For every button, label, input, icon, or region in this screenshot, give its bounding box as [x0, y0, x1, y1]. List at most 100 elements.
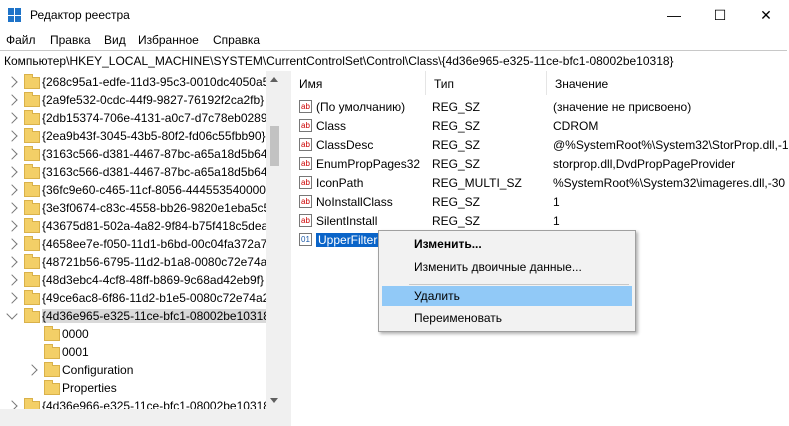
value-row[interactable]: ab IconPath REG_MULTI_SZ %SystemRoot%\Syste… [291, 173, 789, 192]
tree-node[interactable]: {3163c566-d381-4467-87bc-a65a18d5b649} [0, 163, 278, 181]
tree-node[interactable]: {2a9fe532-0cdc-44f9-9827-76192f2ca2fb} [0, 91, 266, 109]
chevron-right-icon[interactable] [6, 202, 18, 214]
chevron-right-icon[interactable] [6, 292, 18, 304]
tree-node[interactable]: {48d3ebc4-4cf8-48ff-b869-9c68ad42eb9f} [0, 271, 266, 289]
tree-node[interactable]: {268c95a1-edfe-11d3-95c3-0010dc4050a5} [0, 73, 273, 91]
value-data: @%SystemRoot%\System32\StorProp.dll,-17 [553, 138, 789, 152]
folder-icon [44, 380, 60, 395]
column-type-label: Тип [434, 77, 455, 91]
column-header-name[interactable]: Имя [291, 71, 426, 95]
value-row[interactable]: ab SilentInstall REG_SZ 1 [291, 211, 789, 230]
menu-file[interactable]: Файл [6, 33, 36, 47]
tree-node-label: {43675d81-502a-4a82-9f84-b75f418c5dea} [42, 219, 273, 233]
column-name-label: Имя [299, 77, 323, 91]
value-row[interactable]: ab (По умолчанию) REG_SZ (значение не присв… [291, 97, 789, 116]
tree-node-label: {2db15374-706e-4131-a0c7-d7c78eb0289a} [42, 111, 279, 125]
folder-icon [24, 182, 40, 197]
column-header-type[interactable]: Тип [426, 71, 547, 95]
pane-splitter[interactable] [283, 71, 291, 426]
value-name: ClassDesc [316, 138, 374, 152]
menu-view[interactable]: Вид [104, 33, 126, 47]
menu-separator [409, 284, 629, 285]
chevron-right-icon[interactable] [6, 76, 18, 88]
chevron-right-icon[interactable] [6, 94, 18, 106]
value-row[interactable]: ab NoInstallClass REG_SZ 1 [291, 192, 789, 211]
folder-icon [24, 398, 40, 409]
title-bar: Редактор реестра — ☐ ✕ [0, 0, 789, 30]
value-data: 1 [553, 214, 560, 228]
folder-icon [24, 272, 40, 287]
menu-edit[interactable]: Правка [50, 33, 91, 47]
context-menu: Изменить... Изменить двоичные данные... … [378, 230, 636, 332]
folder-icon [24, 290, 40, 305]
menu-favorites[interactable]: Избранное [138, 33, 199, 47]
tree-node-label: 0001 [62, 345, 89, 359]
tree-node[interactable]: {49ce6ac8-6f86-11d2-b1e5-0080c72e74a2} [0, 289, 273, 307]
address-path[interactable]: Компьютер\HKEY_LOCAL_MACHINE\SYSTEM\Curr… [4, 54, 674, 68]
tree-horizontal-scrollbar[interactable] [0, 409, 283, 426]
chevron-right-icon[interactable] [26, 364, 38, 376]
value-name: SilentInstall [316, 214, 378, 228]
chevron-right-icon[interactable] [6, 400, 18, 409]
tree-vertical-scrollbar[interactable] [266, 71, 283, 409]
tree-node[interactable]: {43675d81-502a-4a82-9f84-b75f418c5dea} [0, 217, 272, 235]
chevron-right-icon[interactable] [6, 148, 18, 160]
string-value-icon: ab [299, 157, 312, 170]
maximize-button[interactable]: ☐ [697, 0, 743, 30]
value-row[interactable]: ab Class REG_SZ CDROM [291, 116, 789, 135]
value-row[interactable]: ab EnumPropPages32 REG_SZ storprop.dll,DvdP… [291, 154, 789, 173]
folder-icon [24, 110, 40, 125]
menu-item-modify[interactable]: Изменить... [379, 234, 635, 254]
folder-icon [44, 326, 60, 341]
close-button[interactable]: ✕ [743, 0, 789, 30]
chevron-right-icon[interactable] [6, 112, 18, 124]
scroll-down-icon[interactable] [270, 398, 278, 403]
value-name: Class [316, 119, 347, 133]
tree-node[interactable]: 0001 [0, 343, 266, 361]
menu-help[interactable]: Справка [213, 33, 260, 47]
tree-node[interactable]: {4d36e965-e325-11ce-bfc1-08002be10318} [0, 307, 274, 325]
tree-node[interactable]: {36fc9e60-c465-11cf-8056-444553540000} [0, 181, 270, 199]
chevron-right-icon[interactable] [6, 238, 18, 250]
chevron-right-icon[interactable] [6, 130, 18, 142]
tree-node[interactable]: 0000 [0, 325, 266, 343]
tree-node[interactable]: {48721b56-6795-11d2-b1a8-0080c72e74a2} [0, 253, 278, 271]
tree-node[interactable]: Properties [0, 379, 266, 397]
string-value-icon: ab [299, 119, 312, 132]
scroll-thumb[interactable] [270, 126, 279, 166]
chevron-right-icon[interactable] [6, 184, 18, 196]
tree-node[interactable]: {2ea9b43f-3045-43b5-80f2-fd06c55fbb90} [0, 127, 266, 145]
key-tree[interactable]: {268c95a1-edfe-11d3-95c3-0010dc4050a5} {2… [0, 71, 283, 409]
tree-node[interactable]: {3163c566-d381-4467-87bc-a65a18d5b648} [0, 145, 278, 163]
menu-item-rename[interactable]: Переименовать [379, 308, 635, 328]
chevron-right-icon[interactable] [6, 166, 18, 178]
value-type: REG_MULTI_SZ [432, 176, 522, 190]
tree-node[interactable]: Configuration [0, 361, 266, 379]
value-data: (значение не присвоено) [553, 100, 692, 114]
window-title: Редактор реестра [30, 8, 130, 22]
value-row[interactable]: ab ClassDesc REG_SZ @%SystemRoot%\System32\… [291, 135, 789, 154]
tree-node[interactable]: {4658ee7e-f050-11d1-b6bd-00c04fa372a7} [0, 235, 271, 253]
tree-node[interactable]: {3e3f0674-c83c-4558-bb26-9820e1eba5c5} [0, 199, 274, 217]
chevron-right-icon[interactable] [6, 274, 18, 286]
value-type: REG_SZ [432, 157, 481, 171]
tree-node-label: {48721b56-6795-11d2-b1a8-0080c72e74a2} [42, 255, 278, 269]
column-header-value[interactable]: Значение [547, 71, 789, 95]
tree-node[interactable]: {2db15374-706e-4131-a0c7-d7c78eb0289a} [0, 109, 278, 127]
value-data: storprop.dll,DvdPropPageProvider [553, 157, 736, 171]
chevron-right-icon[interactable] [6, 256, 18, 268]
chevron-right-icon[interactable] [6, 220, 18, 232]
address-bar[interactable]: Компьютер\HKEY_LOCAL_MACHINE\SYSTEM\Curr… [0, 50, 787, 72]
regedit-app-icon [8, 8, 22, 22]
menu-item-modify-binary[interactable]: Изменить двоичные данные... [379, 257, 635, 277]
chevron-down-icon[interactable] [6, 308, 18, 320]
tree-node-label: {4d36e965-e325-11ce-bfc1-08002be10318} [42, 309, 274, 323]
folder-icon [44, 344, 60, 359]
minimize-button[interactable]: — [651, 0, 697, 30]
scroll-up-icon[interactable] [270, 77, 278, 82]
tree-node-label: {3163c566-d381-4467-87bc-a65a18d5b649} [42, 165, 279, 179]
tree-node[interactable]: {4d36e966-e325-11ce-bfc1-08002be10318} [0, 397, 274, 409]
folder-icon [24, 146, 40, 161]
menu-item-delete[interactable]: Удалить [382, 286, 632, 306]
tree-node-label: {4658ee7e-f050-11d1-b6bd-00c04fa372a7} [42, 237, 272, 251]
